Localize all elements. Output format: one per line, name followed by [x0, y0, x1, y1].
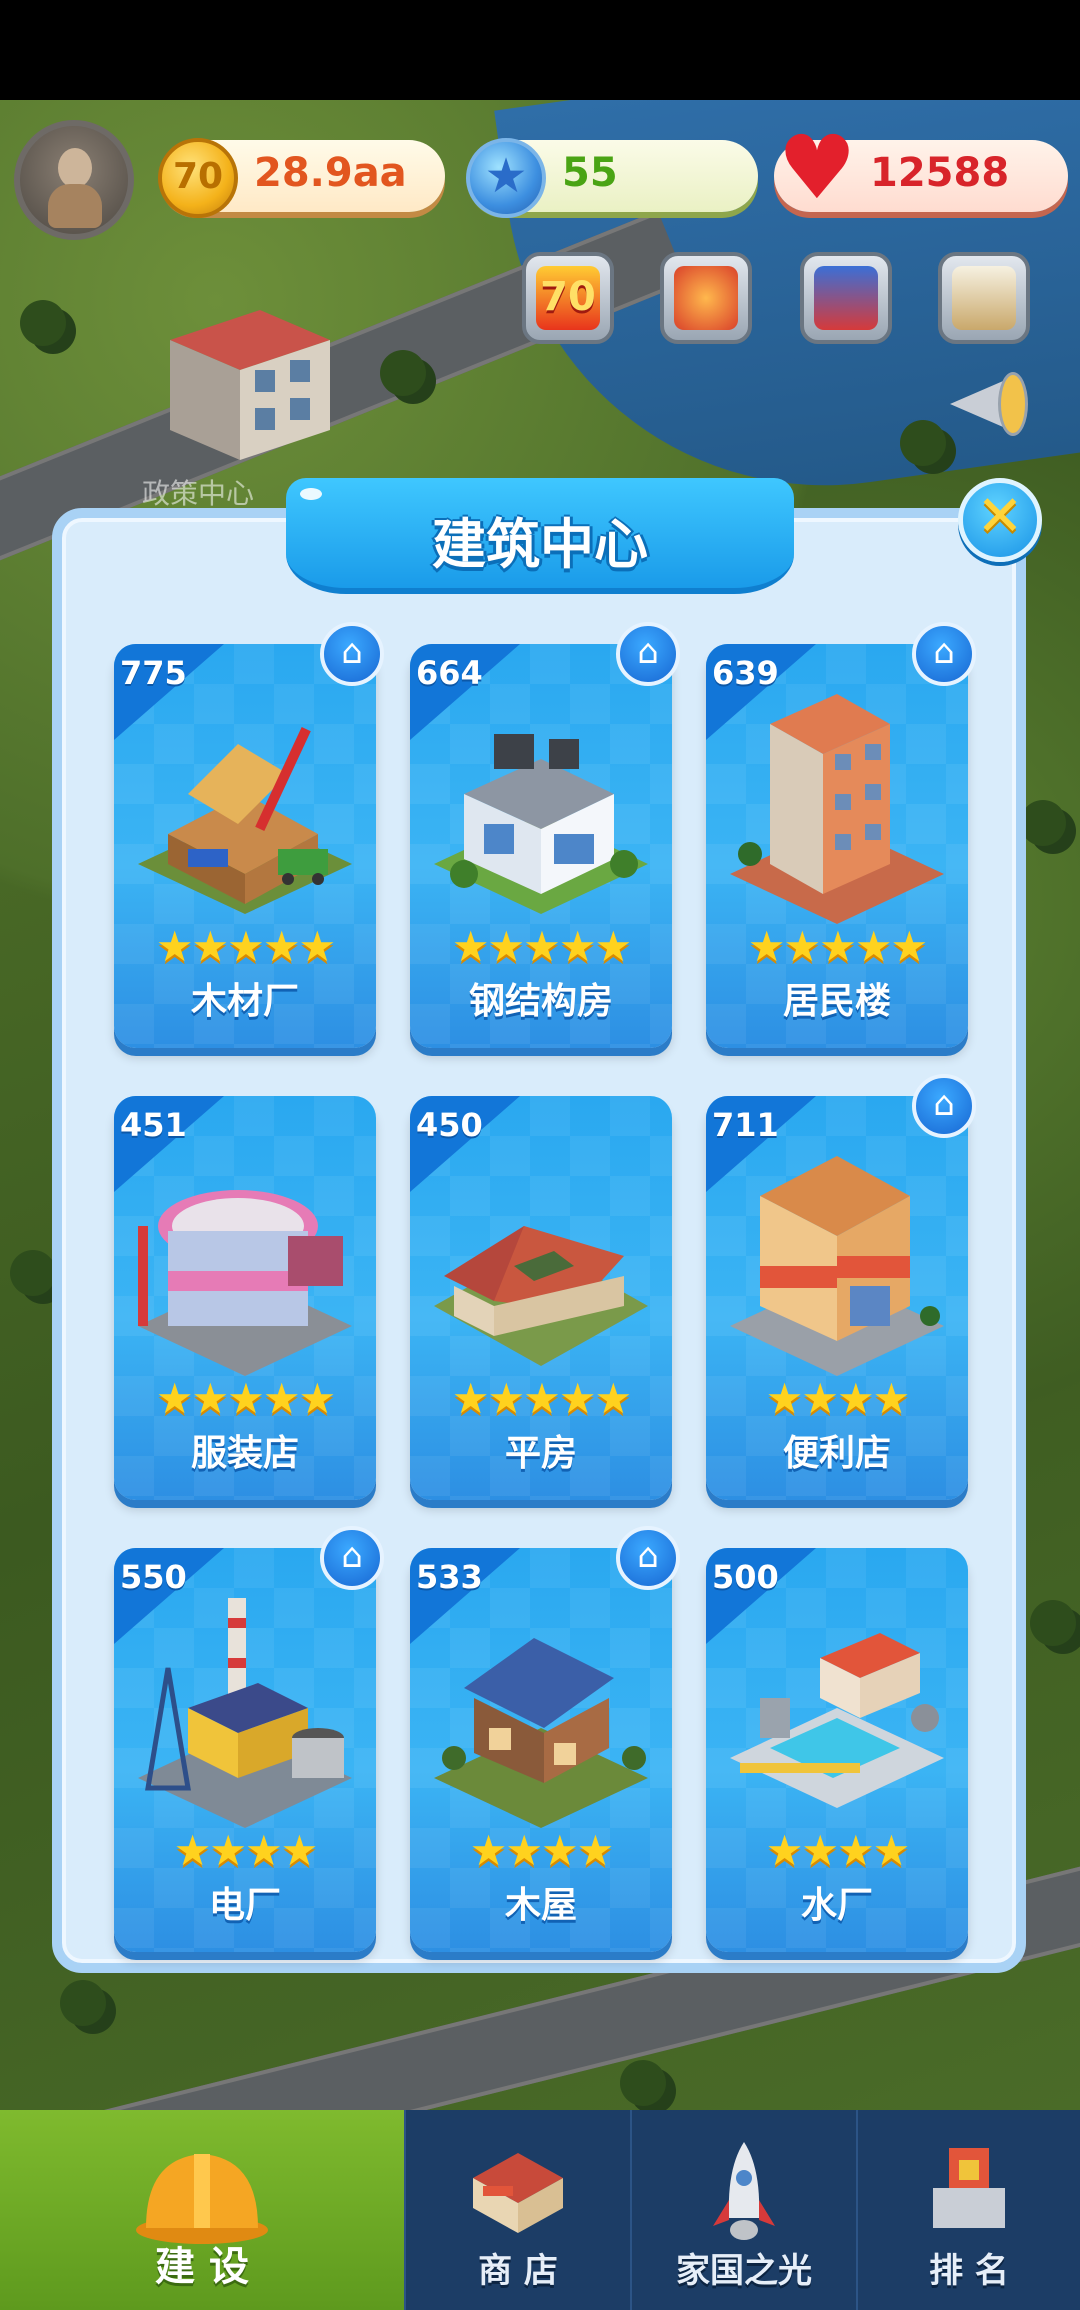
building-name: 木材厂: [190, 981, 299, 1022]
coins-value: 28.9aa: [254, 150, 407, 196]
nav-ranking[interactable]: 排 名: [856, 2110, 1080, 2310]
nav-shop-label: 商 店: [478, 2251, 558, 2291]
close-icon: ✕: [976, 484, 1024, 549]
building-name: 电厂: [208, 1885, 281, 1926]
building-card-bungalow[interactable]: 450 ★★★★★ 平房: [410, 1096, 672, 1500]
steel-house-image: [434, 734, 648, 914]
dialog-title-banner: 建筑中心: [286, 478, 794, 594]
lumber-mill-image: [138, 727, 352, 914]
building-card-residential[interactable]: 639 ★★★★★ 居民楼: [706, 644, 968, 1048]
building-card-steel-house[interactable]: 664 ★★★★★ 钢结构房: [410, 644, 672, 1048]
building-card-lumber-mill[interactable]: 775 ★★★★★ 木材厂: [114, 644, 376, 1048]
nav-national-glory[interactable]: 家国之光: [630, 2110, 856, 2310]
dialog-title: 建筑中心: [432, 513, 648, 576]
clothing-store-image: [138, 1190, 352, 1376]
home-icon[interactable]: ⌂: [320, 1526, 384, 1590]
power-plant-image: [138, 1598, 352, 1828]
nav-shop[interactable]: 商 店: [404, 2110, 630, 2310]
star-rating: ★★★★: [173, 1826, 319, 1875]
building-name: 平房: [504, 1433, 577, 1474]
building-card-power-plant[interactable]: 550 ★★★★ 电厂: [114, 1548, 376, 1952]
home-icon[interactable]: ⌂: [912, 1074, 976, 1138]
coin-icon: 70: [158, 138, 238, 218]
wooden-house-image: [434, 1638, 648, 1828]
building-name: 水厂: [800, 1885, 873, 1926]
home-icon[interactable]: ⌂: [912, 622, 976, 686]
handshake-icon: [674, 266, 738, 330]
stars-value: 55: [562, 150, 618, 196]
building-name: 便利店: [782, 1433, 891, 1474]
shop-icon: [473, 2153, 563, 2233]
home-icon[interactable]: ⌂: [616, 1526, 680, 1590]
close-button[interactable]: ✕: [958, 478, 1042, 562]
building-card-water-plant[interactable]: 500 ★★★★ 水厂: [706, 1548, 968, 1952]
map-building-label: 政策中心: [142, 477, 255, 510]
building-name: 居民楼: [782, 981, 891, 1022]
heart-icon: ♥: [777, 116, 857, 219]
bottom-nav: 建 设 商 店 家国之光 排 名: [0, 2110, 1080, 2310]
building-name: 钢结构房: [468, 981, 613, 1022]
anniversary-event-button[interactable]: 70: [522, 252, 614, 344]
hero-event-button[interactable]: [800, 252, 892, 344]
water-plant-image: [730, 1633, 944, 1808]
star-rating: ★★★★★: [451, 1374, 632, 1423]
map-building: [170, 310, 330, 460]
clipboard-icon: [952, 266, 1016, 330]
star-rating: ★★★★: [765, 1826, 911, 1875]
anniversary-70-icon: 70: [540, 274, 596, 320]
tree: [10, 1250, 56, 1296]
handshake-event-button[interactable]: [660, 252, 752, 344]
megaphone-icon[interactable]: [940, 358, 1030, 448]
hard-hat-icon: [136, 2154, 268, 2244]
status-bar: [0, 0, 1080, 100]
hero-icon: [814, 266, 878, 330]
tree: [380, 350, 426, 396]
building-name: 木屋: [504, 1885, 577, 1926]
building-name: 服装店: [190, 1433, 299, 1474]
star-rating: ★★★★★: [155, 1374, 336, 1423]
nav-build-label: 建 设: [155, 2244, 249, 2290]
star-rating: ★★★★: [765, 1374, 911, 1423]
building-card-convenience-store[interactable]: 711 ★★★★ 便利店: [706, 1096, 968, 1500]
nav-national-glory-label: 家国之光: [676, 2251, 812, 2291]
building-card-wooden-house[interactable]: 533 ★★★★ 木屋: [410, 1548, 672, 1952]
residential-building-image: [730, 694, 944, 924]
tree: [20, 300, 66, 346]
player-avatar[interactable]: [14, 120, 134, 240]
home-icon[interactable]: ⌂: [616, 622, 680, 686]
convenience-store-image: [730, 1156, 944, 1376]
bungalow-image: [434, 1226, 648, 1366]
star-rating: ★★★★★: [451, 922, 632, 971]
tasks-button[interactable]: [938, 252, 1030, 344]
nav-build[interactable]: 建 设: [0, 2110, 404, 2310]
hearts-value: 12588: [870, 150, 1010, 196]
building-card-clothing-store[interactable]: 451 ★★★★★ 服装店: [114, 1096, 376, 1500]
tree: [620, 2060, 666, 2106]
star-rating: ★★★★★: [747, 922, 928, 971]
tree: [1030, 1600, 1076, 1646]
nav-ranking-label: 排 名: [929, 2251, 1009, 2291]
rocket-icon: [713, 2142, 775, 2240]
star-rating: ★★★★: [469, 1826, 615, 1875]
home-icon[interactable]: ⌂: [320, 622, 384, 686]
tree: [1020, 800, 1066, 846]
tree: [60, 1980, 106, 2026]
ranking-icon: [933, 2148, 1005, 2228]
star-icon: ★: [466, 138, 546, 218]
star-rating: ★★★★★: [155, 922, 336, 971]
